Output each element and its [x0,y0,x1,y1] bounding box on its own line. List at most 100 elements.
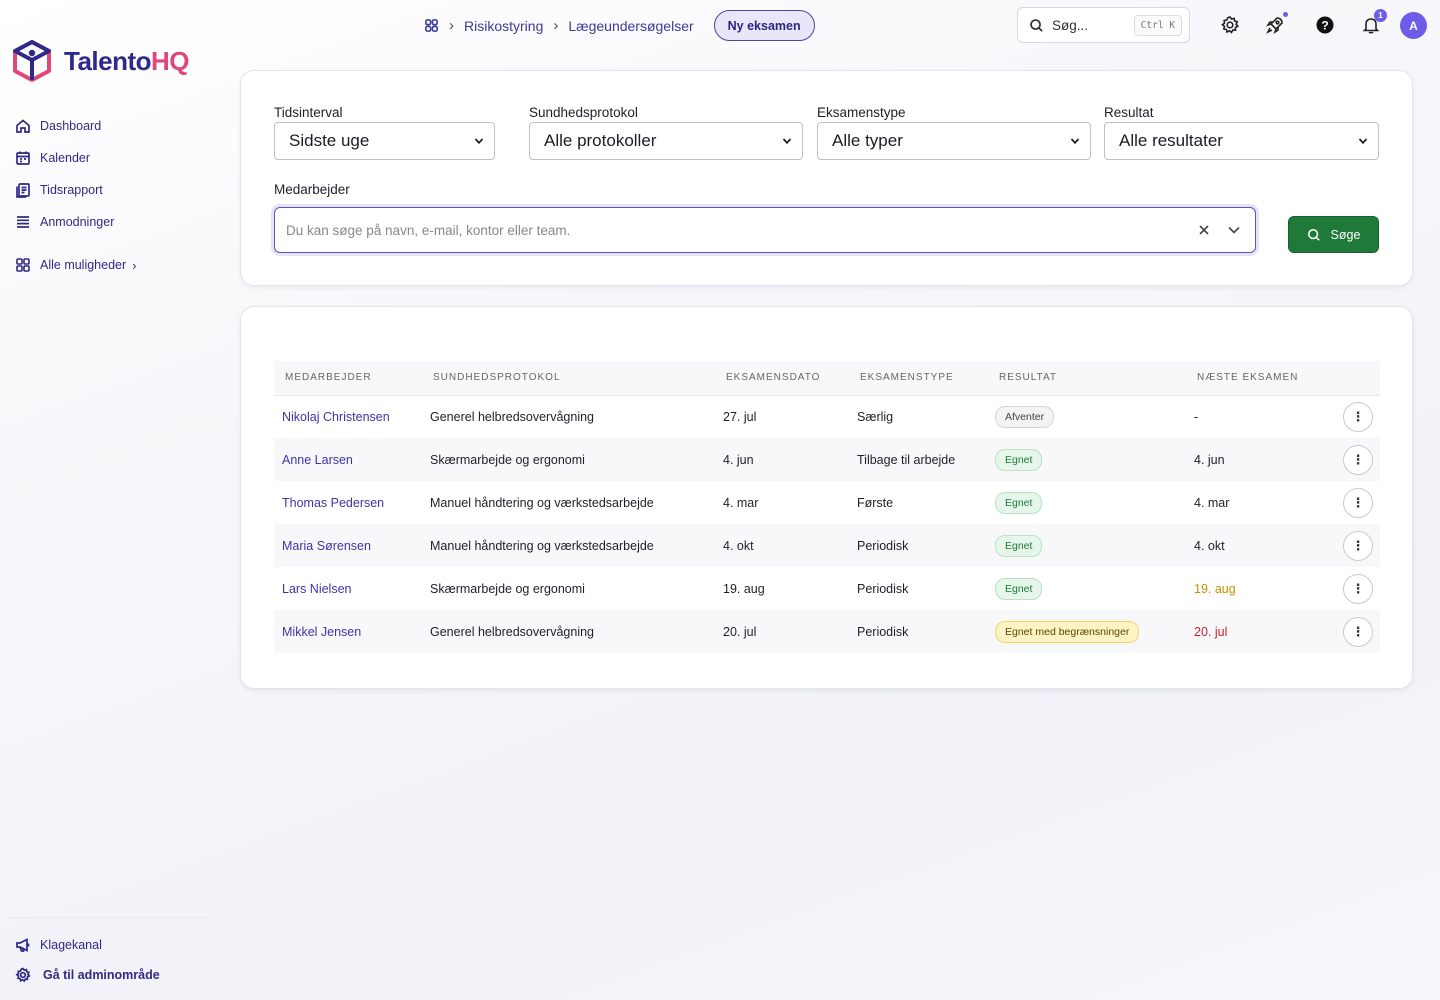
global-search[interactable]: Søg... Ctrl K [1017,7,1190,43]
result-select[interactable]: Alle resultater [1104,122,1379,160]
employee-search-input[interactable] [286,222,1181,238]
select-value: Alle protokoller [544,131,657,150]
help-icon: ? [1316,16,1334,34]
column-header-actions [1326,361,1380,396]
employee-link[interactable]: Mikkel Jensen [282,625,361,639]
new-exam-button[interactable]: Ny eksamen [713,10,815,41]
protocol-cell: Skærmarbejde og ergonomi [423,438,716,481]
logo[interactable]: TalentoHQ [12,40,190,82]
search-icon [1030,18,1043,32]
indicator-dot [1283,12,1288,17]
cube-logo-icon [13,40,51,82]
sidebar-item-calendar[interactable]: Kalender [15,142,137,174]
sidebar-item-dashboard[interactable]: Dashboard [15,110,137,142]
select-value: Sidste uge [289,131,370,150]
help-button[interactable]: ? [1314,14,1336,36]
row-actions-button[interactable]: ⋮ [1343,487,1373,518]
brand-name: TalentoHQ [64,45,190,76]
notifications-button[interactable]: 1 [1360,9,1387,36]
exam-type-cell: Periodisk [849,524,988,567]
sidebar-item-label: Klagekanal [40,938,102,952]
column-header[interactable]: Eksamensdato [716,361,849,396]
column-header[interactable]: Næste eksamen [1186,361,1326,396]
chevron-down-icon[interactable] [1227,223,1241,237]
exam-date-cell: 19. aug [723,581,765,596]
table-row[interactable]: Mikkel Jensen Generel helbredsovervågning… [274,610,1380,653]
row-actions-button[interactable]: ⋮ [1343,573,1373,604]
exam-type-cell: Særlig [857,409,894,424]
column-header[interactable]: Medarbejder [274,361,423,396]
search-button-label: Søge [1330,227,1361,242]
avatar[interactable]: A [1400,12,1427,39]
sidebar-item-complaints[interactable]: Klagekanal [8,930,208,960]
employee-link[interactable]: Nikolaj Christensen [282,410,390,424]
main-nav: Dashboard Kalender Tidsrapport Anmodning… [15,110,137,281]
breadcrumb-item-risk[interactable]: Risikostyring [464,18,543,34]
chevron-right-icon: › [132,257,137,273]
report-icon [16,183,30,198]
exam-type-cell: Periodisk [849,610,988,653]
search-button[interactable]: Søge [1288,216,1379,253]
exam-table: Medarbejder Sundhedsprotokol Eksamensdat… [274,361,1380,653]
result-badge: Afventer [995,405,1055,428]
sidebar: TalentoHQ Dashboard Kalender Tidsrapport… [0,0,215,1000]
more-vertical-icon: ⋮ [1351,580,1365,596]
protocol-cell: Manuel håndtering og værkstedsarbejde [430,495,654,510]
sidebar-all-options[interactable]: Alle muligheder › [15,249,137,281]
protocol-select[interactable]: Alle protokoller [529,122,803,160]
table-row[interactable]: Nikolaj Christensen Generel helbredsoverv… [274,395,1380,438]
whats-new-button[interactable] [1264,12,1288,36]
rocket-icon [1266,17,1283,34]
search-placeholder: Søg... [1052,17,1089,33]
table-row[interactable]: Lars Nielsen Skærmarbejde og ergonomi 19. … [274,567,1380,610]
employee-link[interactable]: Lars Nielsen [282,582,351,596]
table-row[interactable]: Thomas Pedersen Manuel håndtering og værk… [274,481,1380,524]
table-header-row: Medarbejder Sundhedsprotokol Eksamensdat… [274,361,1380,396]
settings-button[interactable] [1219,14,1241,36]
table-row[interactable]: Anne Larsen Skærmarbejde og ergonomi 4. ju… [274,438,1380,481]
column-header[interactable]: Sundhedsprotokol [423,361,716,396]
exam-type-select[interactable]: Alle typer [817,122,1091,160]
exam-type-label: Eksamenstype [817,105,906,120]
protocol-cell: Manuel håndtering og værkstedsarbejde [423,524,716,567]
time-interval-select[interactable]: Sidste uge [274,122,495,160]
search-icon [1307,228,1320,241]
result-badge: Egnet [995,534,1043,557]
breadcrumb: › Risikostyring › Lægeundersøgelser Ny e… [424,10,815,41]
protocol-cell: Generel helbredsovervågning [430,409,594,424]
employee-search-field[interactable] [274,207,1256,253]
sidebar-item-requests[interactable]: Anmodninger [15,206,137,238]
row-actions-button[interactable]: ⋮ [1343,401,1373,432]
protocol-label: Sundhedsprotokol [529,105,638,120]
employee-link[interactable]: Anne Larsen [282,453,353,467]
exam-date-cell: 4. jun [716,438,849,481]
result-badge: Egnet [995,577,1043,600]
employee-link[interactable]: Maria Sørensen [282,539,371,553]
breadcrumb-item-medical[interactable]: Lægeundersøgelser [568,18,693,34]
more-vertical-icon: ⋮ [1351,408,1365,424]
row-actions-button[interactable]: ⋮ [1343,444,1373,475]
result-label: Resultat [1104,105,1154,120]
exam-date-cell: 4. mar [723,495,759,510]
result-badge: Egnet [995,491,1043,514]
protocol-cell: Skærmarbejde og ergonomi [430,581,585,596]
column-header[interactable]: Eksamenstype [849,361,988,396]
employee-link[interactable]: Thomas Pedersen [282,496,384,510]
sidebar-item-label: Gå til adminområde [43,968,160,982]
next-exam-cell: 4. jun [1186,438,1326,481]
clear-icon[interactable] [1197,223,1211,237]
exam-type-cell: Tilbage til arbejde [849,438,988,481]
sidebar-item-admin[interactable]: Gå til adminområde [8,960,208,990]
chevron-down-icon [1070,138,1080,145]
sidebar-item-label: Anmodninger [40,215,115,229]
gear-icon [1221,16,1240,34]
more-vertical-icon: ⋮ [1351,451,1365,467]
table-row[interactable]: Maria Sørensen Manuel håndtering og værks… [274,524,1380,567]
row-actions-button[interactable]: ⋮ [1343,616,1373,647]
row-actions-button[interactable]: ⋮ [1343,530,1373,561]
column-header[interactable]: Resultat [988,361,1186,396]
sidebar-item-timesheet[interactable]: Tidsrapport [15,174,137,206]
result-badge: Egnet [995,448,1043,471]
chevron-down-icon [1358,138,1368,145]
apps-grid-icon[interactable] [424,18,439,33]
